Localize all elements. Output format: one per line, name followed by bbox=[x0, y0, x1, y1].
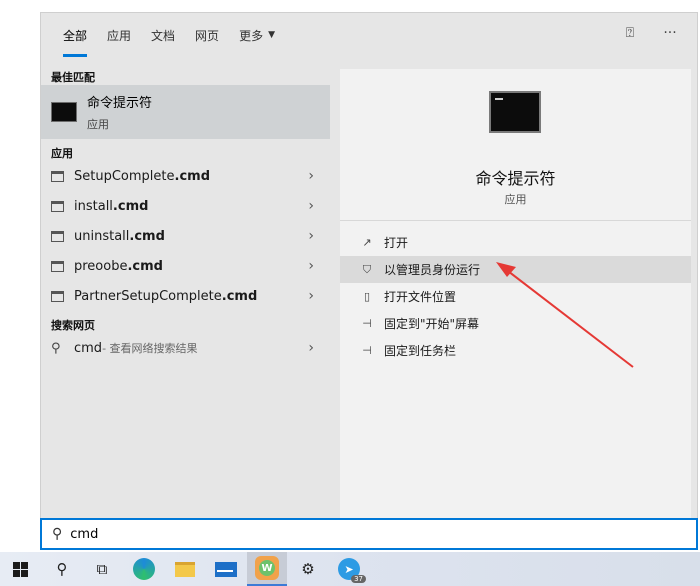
chevron-right-icon[interactable]: › bbox=[308, 198, 314, 214]
detail-title: 命令提示符 bbox=[475, 169, 556, 188]
pin-icon: ⊣ bbox=[362, 317, 372, 330]
chevron-right-icon[interactable]: › bbox=[308, 288, 314, 304]
wps-icon: W bbox=[255, 556, 279, 580]
detail-subtitle: 应用 bbox=[504, 193, 527, 206]
command-prompt-icon bbox=[489, 91, 541, 133]
apps-heading: 应用 bbox=[51, 147, 73, 160]
tab-more[interactable]: 更多 ▼ bbox=[229, 13, 285, 57]
best-match-item[interactable]: 命令提示符 应用 bbox=[41, 85, 330, 139]
cmd-file-icon bbox=[51, 230, 64, 242]
gear-icon: ⚙ bbox=[301, 560, 315, 578]
app-result-item[interactable]: install .cmd › bbox=[41, 191, 330, 221]
divider bbox=[340, 220, 691, 221]
file-explorer-button[interactable] bbox=[165, 552, 205, 586]
best-match-title: 命令提示符 bbox=[87, 96, 153, 111]
chevron-down-icon: ▼ bbox=[268, 30, 275, 40]
mail-icon bbox=[215, 561, 237, 577]
feedback-icon[interactable]: ⍰ bbox=[621, 25, 639, 41]
pin-icon: ⊣ bbox=[362, 344, 372, 357]
tab-apps[interactable]: 应用 bbox=[97, 13, 141, 57]
search-icon: ⚲ bbox=[51, 340, 61, 356]
windows-logo-icon bbox=[12, 561, 28, 577]
search-input[interactable] bbox=[70, 526, 671, 542]
start-button[interactable] bbox=[0, 552, 40, 586]
tab-documents[interactable]: 文档 bbox=[141, 13, 185, 57]
web-search-item[interactable]: ⚲ cmd - 查看网络搜索结果 › bbox=[41, 333, 330, 363]
task-view-icon: ⧉ bbox=[96, 560, 108, 578]
taskbar: ⚲ ⧉ W ⚙ ➤ 37 bbox=[0, 552, 700, 586]
file-location-icon: ▯ bbox=[363, 290, 371, 303]
cmd-file-icon bbox=[51, 260, 64, 272]
unread-badge: 37 bbox=[351, 575, 366, 583]
edge-icon bbox=[133, 558, 155, 580]
chevron-right-icon[interactable]: › bbox=[308, 228, 314, 244]
app-result-item[interactable]: preoobe .cmd › bbox=[41, 251, 330, 281]
header-actions: ⍰ ··· bbox=[621, 25, 679, 41]
search-icon: ⚲ bbox=[52, 526, 63, 542]
app-result-item[interactable]: uninstall .cmd › bbox=[41, 221, 330, 251]
wps-taskbar-button[interactable]: W bbox=[247, 552, 287, 586]
open-action[interactable]: ↗ 打开 bbox=[340, 229, 691, 256]
search-taskbar-button[interactable]: ⚲ bbox=[42, 552, 82, 586]
best-match-subtitle: 应用 bbox=[87, 118, 109, 131]
annotation-arrow bbox=[496, 262, 634, 368]
open-icon: ↗ bbox=[362, 236, 372, 249]
cmd-file-icon bbox=[51, 290, 64, 302]
web-heading: 搜索网页 bbox=[51, 319, 95, 332]
more-options-icon[interactable]: ··· bbox=[661, 25, 679, 41]
cmd-file-icon bbox=[51, 170, 64, 182]
chevron-right-icon[interactable]: › bbox=[308, 258, 314, 274]
tab-all[interactable]: 全部 bbox=[53, 13, 97, 57]
cmd-file-icon bbox=[51, 200, 64, 212]
results-panel: 最佳匹配 命令提示符 应用 应用 SetupComplete .cmd › ins… bbox=[41, 63, 330, 363]
folder-icon bbox=[175, 561, 195, 577]
tab-web[interactable]: 网页 bbox=[185, 13, 229, 57]
chevron-right-icon[interactable]: › bbox=[308, 340, 314, 356]
chevron-right-icon[interactable]: › bbox=[308, 168, 314, 184]
app-result-item[interactable]: PartnerSetupComplete .cmd › bbox=[41, 281, 330, 311]
settings-taskbar-button[interactable]: ⚙ bbox=[288, 552, 328, 586]
search-box[interactable]: ⚲ bbox=[40, 518, 698, 550]
best-match-heading: 最佳匹配 bbox=[51, 71, 95, 84]
command-prompt-icon bbox=[51, 102, 77, 122]
filter-tabs: 全部 应用 文档 网页 更多 ▼ ⍰ ··· bbox=[41, 13, 697, 57]
shield-icon: ⛉ bbox=[362, 262, 372, 276]
telegram-icon: ➤ 37 bbox=[338, 558, 366, 583]
edge-taskbar-button[interactable] bbox=[124, 552, 164, 586]
app-result-item[interactable]: SetupComplete .cmd › bbox=[41, 161, 330, 191]
mail-taskbar-button[interactable] bbox=[206, 552, 246, 586]
telegram-taskbar-button[interactable]: ➤ 37 bbox=[329, 552, 369, 586]
search-icon: ⚲ bbox=[56, 560, 68, 578]
task-view-button[interactable]: ⧉ bbox=[82, 552, 122, 586]
